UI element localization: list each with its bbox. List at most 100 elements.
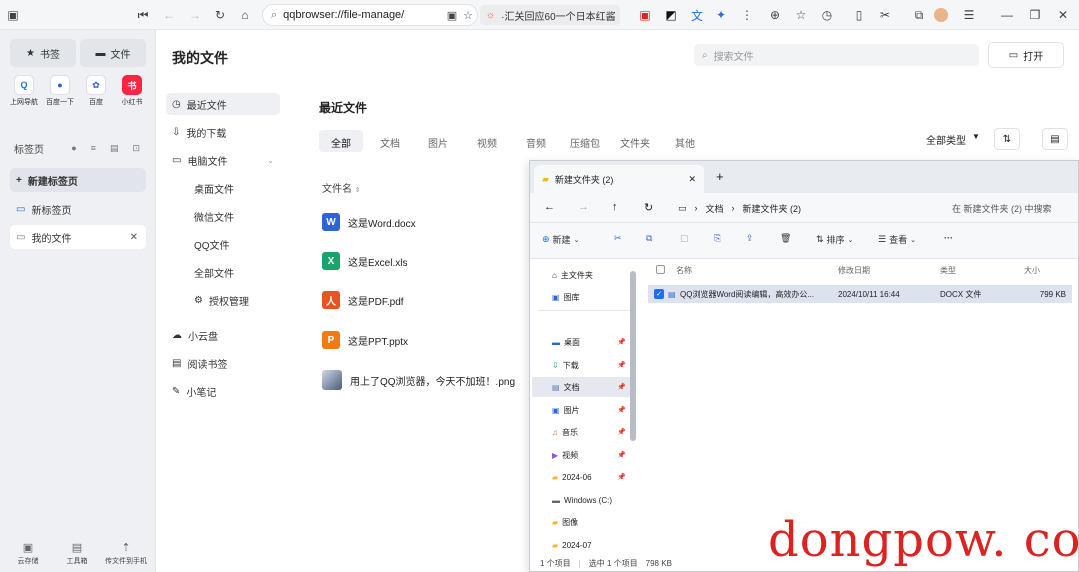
chevron-down-icon[interactable]: ⌄ [267, 156, 280, 165]
news-ticker[interactable]: ☼ ·汇关回应60一个日本红酱 [480, 5, 620, 25]
files-button[interactable]: ▬ 文件 [80, 39, 146, 67]
tree-scrollbar[interactable] [630, 271, 636, 441]
nav-wechat[interactable]: 微信文件 [166, 205, 280, 227]
pin-icon[interactable]: 📌 [617, 473, 626, 481]
nav-cloud[interactable]: ☁ 小云盘 [166, 324, 280, 346]
back-icon[interactable]: ← [544, 201, 555, 213]
tree-item-selected[interactable]: ▤ 文档 📌 [532, 377, 632, 397]
app-baidu-search[interactable]: ● 百度一下 [44, 75, 76, 107]
new-button[interactable]: ⊕ 新建 ⌄ [542, 233, 579, 246]
nav-recent[interactable]: ◷ 最近文件 [166, 93, 280, 115]
tool-toolbox[interactable]: ▤ 工具箱 [57, 541, 97, 566]
delete-icon[interactable]: 🗑 [780, 233, 791, 244]
more-extensions-icon[interactable]: ⋮ [738, 6, 756, 24]
close-window-icon[interactable]: ✕ [1054, 6, 1072, 24]
tab-tool-icon-1[interactable]: ● [71, 143, 76, 154]
forward-icon[interactable]: → [578, 201, 589, 213]
nav-computer[interactable]: ▭ 电脑文件 ⌄ [166, 149, 280, 171]
address-bar[interactable]: ⌕ qqbrowser://file-manage/ ▣ ☆ [262, 4, 478, 26]
restore-icon[interactable]: ❐ [1026, 6, 1044, 24]
nav-qq[interactable]: QQ文件 [166, 233, 280, 255]
nav-auth[interactable]: ⚙ 授权管理 [166, 289, 280, 311]
tree-item[interactable]: ♫ 音乐 📌 [552, 422, 632, 442]
nav-read[interactable]: ▤ 阅读书签 [166, 352, 280, 374]
tree-item[interactable]: ▣ 图库 [552, 287, 632, 307]
app-qq-nav[interactable]: Q 上网导航 [8, 75, 40, 107]
back-icon[interactable]: ← [160, 6, 178, 24]
column-header-name[interactable]: 名称 [676, 265, 692, 276]
nav-downloads[interactable]: ⇩ 我的下载 [166, 121, 280, 143]
pin-icon[interactable]: 📌 [617, 361, 626, 369]
table-row[interactable]: ✓ ▤ QQ浏览器Word阅读编辑，高效办公... 2024/10/11 16:… [648, 285, 1072, 303]
more-options-icon[interactable]: ··· [944, 233, 953, 243]
pin-icon[interactable]: 📌 [617, 383, 626, 391]
view-button[interactable]: ☰ 查看 ⌄ [878, 233, 916, 246]
view-mode-icon[interactable]: ▤ [1042, 128, 1068, 150]
tab-all[interactable]: 全部 [331, 135, 351, 150]
refresh-icon[interactable]: ↻ [644, 201, 653, 214]
copy-icon[interactable]: ⧉ [910, 6, 928, 24]
extension-pen-icon[interactable]: ◩ [662, 6, 680, 24]
tree-item[interactable]: ▰ 2024-06 📌 [552, 467, 632, 487]
select-all-checkbox[interactable] [656, 265, 665, 274]
explorer-search-input[interactable]: 在 新建文件夹 (2) 中搜索 [940, 198, 1074, 218]
search-input[interactable]: ⌕ 搜索文件 [694, 44, 979, 66]
reader-icon[interactable]: ▣ [447, 9, 457, 22]
tree-item[interactable]: ▬ 桌面 📌 [552, 332, 632, 352]
tab-item-files[interactable]: ▭ 我的文件 ✕ [10, 225, 146, 249]
tab-images[interactable]: 图片 [428, 135, 448, 150]
reading-mode-icon[interactable]: ▯ [850, 6, 868, 24]
breadcrumb-item[interactable]: 文档 [706, 202, 724, 215]
share-icon[interactable]: ⇪ [746, 233, 754, 244]
tree-item[interactable]: ⌂ 主文件夹 [552, 265, 632, 285]
new-tab-plus-icon[interactable]: + [716, 169, 724, 184]
tab-tool-icon-3[interactable]: ▤ [110, 143, 119, 154]
pin-icon[interactable]: 📌 [617, 338, 626, 346]
explorer-tab[interactable]: ▰ 新建文件夹 (2) ✕ [534, 165, 704, 193]
app-xiaohongshu[interactable]: 书 小红书 [116, 75, 148, 107]
pin-icon[interactable]: 📌 [617, 406, 626, 414]
tab-audio[interactable]: 音频 [526, 135, 546, 150]
tab-folders[interactable]: 文件夹 [620, 135, 650, 150]
app-baidu[interactable]: ✿ 百度 [80, 75, 112, 107]
download-icon[interactable]: ⊕ [766, 6, 784, 24]
column-header-name[interactable]: 文件名 ⇕ [322, 180, 361, 195]
extension-blue-icon[interactable]: ✦ [712, 6, 730, 24]
tree-item[interactable]: ▰ 图像 [552, 512, 632, 532]
forward-icon[interactable]: → [186, 6, 204, 24]
translate-icon[interactable]: 文 [688, 6, 706, 24]
pin-icon[interactable]: 📌 [617, 451, 626, 459]
tab-tool-icon-2[interactable]: ≡ [91, 143, 96, 154]
close-tab-icon[interactable]: ✕ [688, 174, 704, 185]
tool-transfer[interactable]: ⇡ 传文件到手机 [104, 541, 148, 566]
column-header-date[interactable]: 修改日期 [838, 265, 870, 276]
row-checkbox[interactable]: ✓ [654, 289, 664, 299]
tab-tool-icon-4[interactable]: ⊡ [132, 143, 140, 154]
paste-icon[interactable]: ▢ [680, 233, 689, 244]
list-item[interactable]: P 这是PPT.pptx [322, 328, 408, 352]
pin-icon[interactable]: 📌 [617, 428, 626, 436]
list-item[interactable]: W 这是Word.docx [322, 210, 416, 234]
nav-all[interactable]: 全部文件 [166, 261, 280, 283]
tab-item-new[interactable]: ▭ 新标签页 [10, 197, 146, 221]
type-filter-select[interactable]: 全部类型 ▼ [926, 132, 980, 147]
tree-item[interactable]: ▰ 2024-07 [552, 535, 632, 555]
open-button[interactable]: ▭ 打开 [988, 42, 1064, 68]
tool-cloud[interactable]: ▣ 云存储 [8, 541, 48, 566]
new-tab-button[interactable]: + 新建标签页 [10, 168, 146, 192]
list-item[interactable]: X 这是Excel.xls [322, 249, 407, 273]
column-header-type[interactable]: 类型 [940, 265, 956, 276]
favorites-icon[interactable]: ☆ [792, 6, 810, 24]
list-item[interactable]: 人 这是PDF.pdf [322, 288, 404, 312]
tree-item[interactable]: ▬ Windows (C:) [552, 490, 632, 510]
refresh-icon[interactable]: ↻ [211, 6, 229, 24]
history-icon[interactable]: ◷ [818, 6, 836, 24]
home-icon[interactable]: ⌂ [236, 6, 254, 24]
sidebar-toggle-icon[interactable]: ▣ [4, 6, 22, 24]
cut-icon[interactable]: ✂ [614, 233, 622, 244]
extension-red-icon[interactable]: ▣ [636, 6, 654, 24]
minimize-icon[interactable]: — [998, 6, 1016, 24]
tab-other[interactable]: 其他 [675, 135, 695, 150]
screenshot-icon[interactable]: ✂ [876, 6, 894, 24]
breadcrumb-item[interactable]: 新建文件夹 (2) [743, 202, 802, 215]
